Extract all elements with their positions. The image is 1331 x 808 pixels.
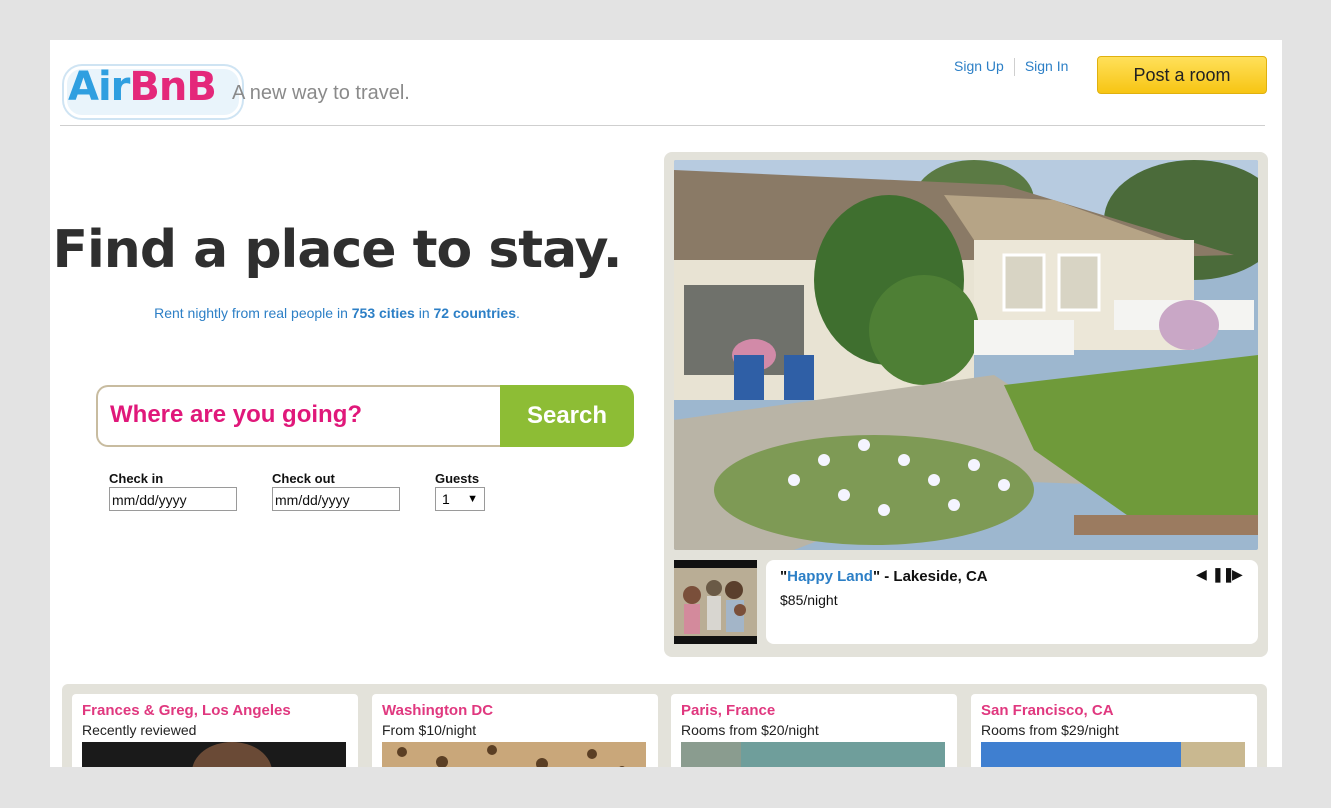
top-links: Sign Up Sign In: [954, 58, 1069, 77]
card-subtitle: Rooms from $20/night: [681, 722, 819, 738]
featured-listing-panel: "Happy Land" - Lakeside, CA $85/night ◀ …: [664, 152, 1268, 657]
link-divider: [1013, 58, 1015, 77]
card-image[interactable]: [382, 742, 646, 767]
listing-location: - Lakeside, CA: [880, 568, 988, 585]
portrait-photo: [82, 742, 346, 767]
sf-photo: [981, 742, 1245, 767]
listing-price: $85/night: [780, 592, 838, 608]
card-image[interactable]: [981, 742, 1245, 767]
search-button[interactable]: Search: [500, 385, 634, 447]
destination-card[interactable]: Washington DC From $10/night: [372, 694, 658, 767]
search-input[interactable]: Where are you going?: [96, 385, 502, 447]
host-photo: [674, 560, 757, 644]
checkout-field[interactable]: mm/dd/yyyy: [272, 487, 400, 511]
hero-sub-mid: in: [414, 305, 434, 321]
card-subtitle: Recently reviewed: [82, 722, 197, 738]
tagline: A new way to travel.: [232, 82, 410, 104]
card-title[interactable]: Washington DC: [382, 702, 493, 719]
hero-title: Find a place to stay.: [52, 220, 622, 280]
destination-card[interactable]: Frances & Greg, Los Angeles Recently rev…: [72, 694, 358, 767]
guests-select[interactable]: 1 ▼: [435, 487, 485, 511]
guests-value: 1: [442, 491, 450, 507]
destination-card[interactable]: Paris, France Rooms from $20/night: [671, 694, 957, 767]
hero-subtitle: Rent nightly from real people in 753 cit…: [50, 305, 624, 321]
card-image[interactable]: [82, 742, 346, 767]
paris-photo: [681, 742, 945, 767]
logo-air: Air: [68, 64, 130, 110]
post-room-button[interactable]: Post a room: [1097, 56, 1267, 94]
search-placeholder: Where are you going?: [110, 401, 363, 428]
card-subtitle: Rooms from $29/night: [981, 722, 1119, 738]
card-image[interactable]: [681, 742, 945, 767]
card-subtitle: From $10/night: [382, 722, 477, 738]
card-title[interactable]: Paris, France: [681, 702, 775, 719]
logo-bnb: BnB: [129, 64, 216, 110]
next-icon[interactable]: ▶: [1232, 566, 1243, 583]
sign-in-link[interactable]: Sign In: [1025, 58, 1069, 74]
listing-photo[interactable]: [674, 160, 1258, 550]
card-title[interactable]: San Francisco, CA: [981, 702, 1114, 719]
header-divider: [60, 125, 1265, 126]
chevron-down-icon: ▼: [467, 493, 478, 505]
countries-count: 72 countries: [433, 305, 516, 321]
destination-cards: Frances & Greg, Los Angeles Recently rev…: [62, 684, 1267, 767]
cities-count: 753 cities: [351, 305, 415, 321]
listing-name-link[interactable]: Happy Land: [787, 568, 873, 585]
hero-sub-suffix: .: [516, 305, 520, 321]
dc-photo: [382, 742, 646, 767]
destination-card[interactable]: San Francisco, CA Rooms from $29/night: [971, 694, 1257, 767]
listing-caption: "Happy Land" - Lakeside, CA $85/night ◀ …: [766, 560, 1258, 644]
card-title[interactable]: Frances & Greg, Los Angeles: [82, 702, 291, 719]
checkin-label: Check in: [109, 471, 164, 486]
checkout-label: Check out: [272, 471, 335, 486]
listing-title: "Happy Land" - Lakeside, CA: [780, 568, 988, 585]
prev-icon[interactable]: ◀: [1196, 566, 1207, 583]
house-photo-illustration: [674, 160, 1258, 550]
hero-sub-prefix: Rent nightly from real people in: [154, 305, 352, 321]
host-thumbnail[interactable]: [674, 560, 757, 644]
checkin-field[interactable]: mm/dd/yyyy: [109, 487, 237, 511]
sign-up-link[interactable]: Sign Up: [954, 58, 1004, 74]
pause-icon[interactable]: ❚❚: [1212, 566, 1234, 583]
guests-label: Guests: [435, 471, 480, 486]
logo-text: AirBnB: [62, 62, 222, 112]
page: AirBnB A new way to travel. Sign Up Sign …: [50, 40, 1282, 767]
